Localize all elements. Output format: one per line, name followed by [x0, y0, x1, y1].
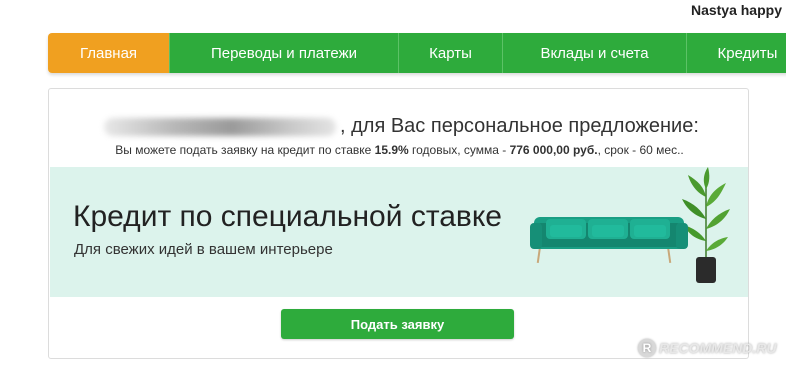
- offer-rate: 15.9%: [374, 143, 409, 157]
- offer-details: Вы можете подать заявку на кредит по ста…: [49, 143, 750, 157]
- recommend-logo-icon: R: [638, 339, 656, 357]
- offer-line-suffix: , срок - 60 мес..: [597, 143, 684, 157]
- nav-item-credits[interactable]: Кредиты: [687, 33, 786, 73]
- watermark-text: RECOMMEND.RU: [659, 340, 777, 356]
- banner-subtitle: Для свежих идей в вашем интерьере: [74, 241, 333, 258]
- offer-line-prefix: Вы можете подать заявку на кредит по ста…: [115, 143, 375, 157]
- watermark: R RECOMMEND.RU: [638, 339, 776, 357]
- nav-item-home[interactable]: Главная: [48, 33, 170, 73]
- offer-card: , для Вас персональное предложение: Вы м…: [48, 88, 749, 359]
- user-name[interactable]: Nastya happy: [691, 2, 782, 18]
- blurred-customer-name: [104, 117, 336, 136]
- nav-item-transfers-payments[interactable]: Переводы и платежи: [170, 33, 399, 73]
- nav-item-cards[interactable]: Карты: [399, 33, 503, 73]
- greeting-heading: , для Вас персональное предложение:: [104, 115, 704, 138]
- greeting-text: , для Вас персональное предложение:: [340, 115, 699, 137]
- offer-line-mid: годовых, сумма -: [408, 143, 510, 157]
- offer-amount: 776 000,00 руб.: [509, 143, 598, 157]
- promo-banner[interactable]: Кредит по специальной ставке Для свежих …: [50, 167, 748, 297]
- plant-icon: [682, 167, 730, 283]
- sofa-icon: [530, 217, 688, 264]
- apply-button[interactable]: Подать заявку: [281, 309, 514, 339]
- nav-item-deposits-accounts[interactable]: Вклады и счета: [503, 33, 687, 73]
- sofa-plant-illustration: [530, 167, 730, 283]
- main-navigation: Главная Переводы и платежи Карты Вклады …: [48, 33, 786, 73]
- banner-title: Кредит по специальной ставке: [73, 200, 502, 233]
